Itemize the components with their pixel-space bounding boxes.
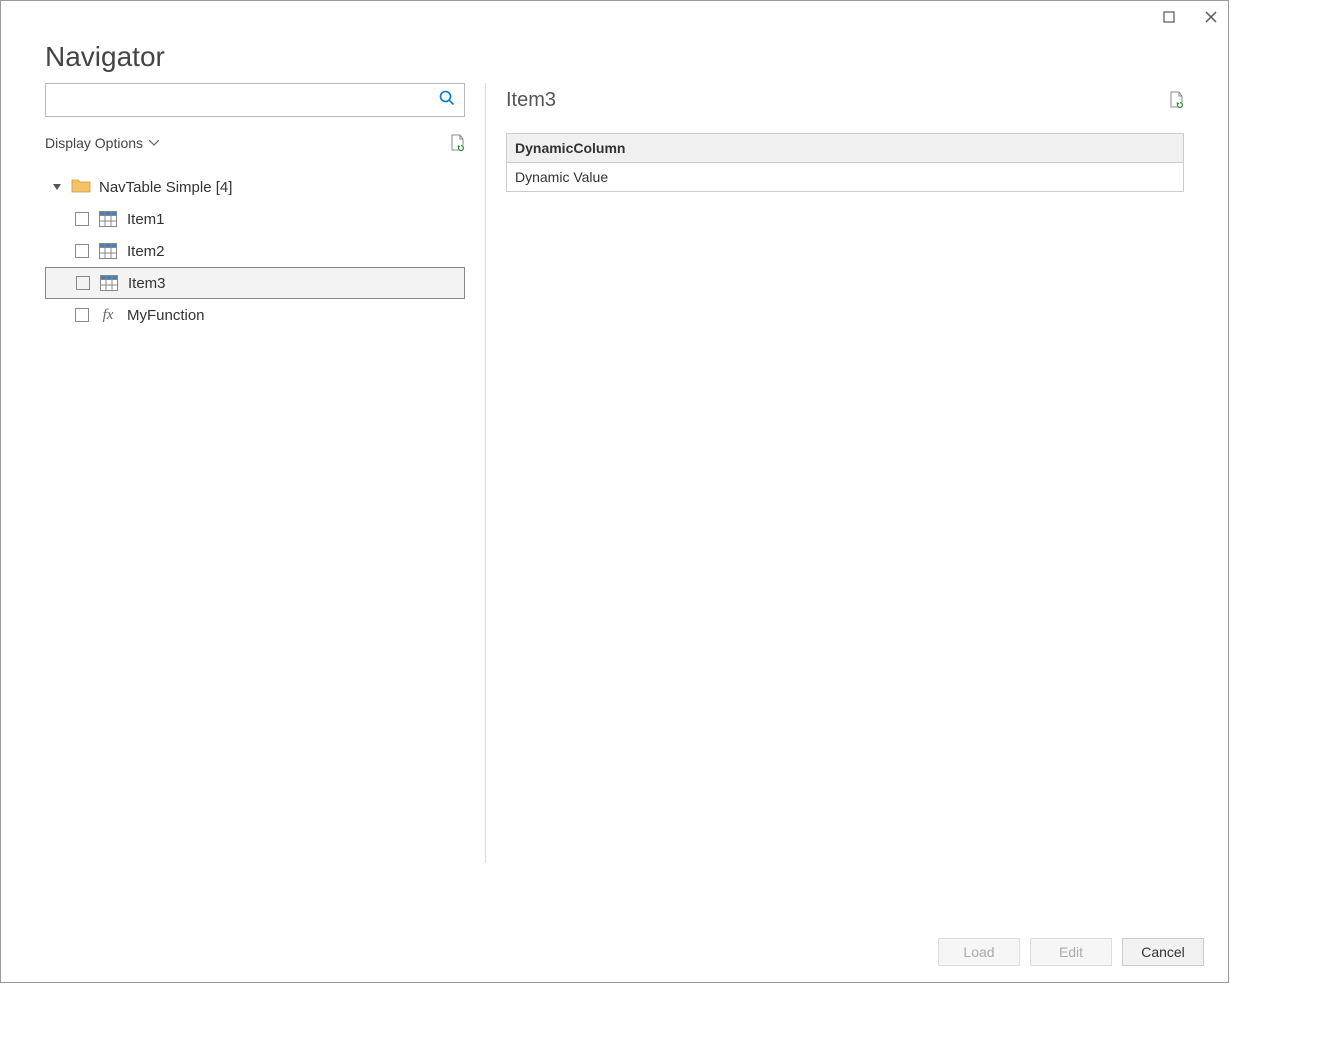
column-header[interactable]: DynamicColumn [507, 134, 1184, 163]
edit-button[interactable]: Edit [1030, 938, 1112, 966]
tree-item-label: MyFunction [127, 307, 205, 324]
load-button[interactable]: Load [938, 938, 1020, 966]
chevron-down-icon [149, 140, 159, 146]
tree-item-label: Item2 [127, 243, 165, 260]
expand-collapse-icon[interactable] [53, 184, 61, 190]
checkbox[interactable] [75, 212, 89, 226]
checkbox[interactable] [76, 276, 90, 290]
titlebar [1, 1, 1228, 33]
close-icon[interactable] [1202, 8, 1220, 26]
preview-header: Item3 [506, 83, 1184, 117]
table-header-row: DynamicColumn [507, 134, 1184, 163]
navigator-dialog: Navigator Display Options [0, 0, 1229, 983]
nav-tree: NavTable Simple [4] Item1 Item2 Item3 [45, 171, 465, 331]
tree-item[interactable]: Item3 [45, 267, 465, 299]
dialog-body: Display Options NavTable Simple [4] [1, 83, 1228, 924]
maximize-icon[interactable] [1160, 8, 1178, 26]
tree-item[interactable]: Item1 [45, 203, 465, 235]
table-icon [99, 243, 117, 259]
dialog-footer: Load Edit Cancel [1, 924, 1228, 982]
search-input[interactable] [54, 92, 438, 108]
left-pane: Display Options NavTable Simple [4] [45, 83, 465, 924]
tree-item[interactable]: fx MyFunction [45, 299, 465, 331]
checkbox[interactable] [75, 308, 89, 322]
tree-item[interactable]: Item2 [45, 235, 465, 267]
preview-title: Item3 [506, 89, 556, 112]
display-options-label: Display Options [45, 135, 143, 151]
folder-icon [71, 177, 91, 197]
preview-table: DynamicColumn Dynamic Value [506, 133, 1184, 192]
tree-item-label: Item3 [128, 275, 166, 292]
tree-root-node[interactable]: NavTable Simple [4] [45, 171, 465, 203]
display-options-dropdown[interactable]: Display Options [45, 135, 159, 151]
tree-root-label: NavTable Simple [4] [99, 179, 232, 196]
search-icon[interactable] [438, 89, 456, 112]
tree-item-label: Item1 [127, 211, 165, 228]
options-row: Display Options [45, 129, 465, 157]
dialog-header: Navigator [1, 33, 1228, 83]
refresh-icon[interactable] [449, 134, 465, 152]
vertical-divider [485, 83, 486, 863]
checkbox[interactable] [75, 244, 89, 258]
cancel-button[interactable]: Cancel [1122, 938, 1204, 966]
table-icon [99, 211, 117, 227]
table-row[interactable]: Dynamic Value [507, 163, 1184, 192]
function-icon: fx [99, 307, 117, 324]
table-icon [100, 275, 118, 291]
right-pane: Item3 DynamicColumn Dynamic Value [506, 83, 1184, 924]
refresh-preview-icon[interactable] [1168, 91, 1184, 109]
dialog-title: Navigator [45, 41, 1184, 73]
search-box[interactable] [45, 83, 465, 117]
table-cell: Dynamic Value [507, 163, 1184, 192]
